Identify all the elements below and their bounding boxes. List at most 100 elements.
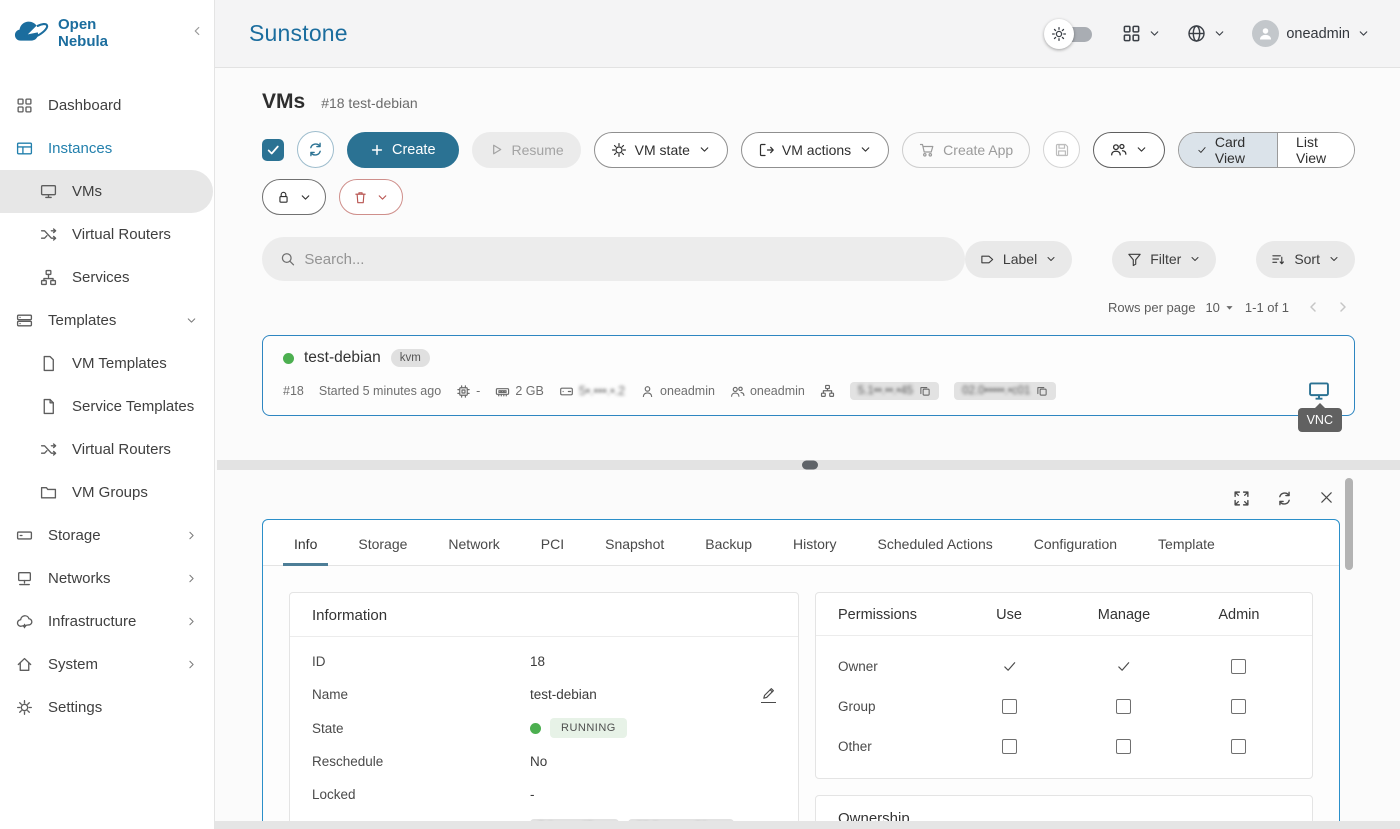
ram-icon — [495, 384, 510, 399]
chevron-right-icon — [185, 572, 198, 585]
check-icon — [1197, 143, 1207, 157]
create-app-button[interactable]: Create App — [902, 132, 1030, 168]
vm-state-dropdown[interactable]: VM state — [594, 132, 728, 168]
splitter-handle-icon[interactable] — [802, 461, 818, 470]
vm-attr: Started 5 minutes ago — [319, 384, 441, 398]
detail-refresh-button[interactable] — [1276, 490, 1293, 507]
globe-icon — [1187, 24, 1206, 43]
permission-checkbox[interactable] — [1231, 739, 1246, 754]
trash-icon — [353, 190, 368, 205]
vnc-button[interactable] — [1308, 380, 1330, 402]
vertical-scrollbar[interactable] — [1345, 478, 1353, 570]
vm-actions-dropdown[interactable]: VM actions — [741, 132, 889, 168]
ip-chip[interactable]: 5.1••.••.•45 — [850, 382, 939, 400]
monitor-icon — [1308, 380, 1330, 402]
chevron-down-icon — [376, 191, 389, 204]
information-title: Information — [290, 593, 798, 637]
create-button[interactable]: Create — [347, 132, 459, 168]
filter-dropdown[interactable]: Filter — [1112, 241, 1216, 278]
copy-icon[interactable] — [1036, 385, 1048, 397]
sidebar-item-service-templates[interactable]: Service Templates — [0, 385, 214, 428]
sidebar-item-infrastructure[interactable]: Infrastructure — [0, 600, 214, 643]
detail-close-button[interactable] — [1319, 490, 1334, 507]
sidebar-item-networks[interactable]: Networks — [0, 557, 214, 600]
refresh-button[interactable] — [297, 131, 334, 168]
sidebar-item-vm-templates[interactable]: VM Templates — [0, 342, 214, 385]
chevron-down-icon — [1189, 253, 1201, 265]
user-menu-button[interactable]: oneadmin — [1252, 20, 1370, 47]
info-label: Locked — [312, 787, 530, 802]
gear-icon — [611, 142, 627, 158]
info-row-name: Nametest-debian — [290, 678, 798, 711]
vnc-tooltip: VNC — [1298, 408, 1342, 432]
resume-button[interactable]: Resume — [472, 132, 581, 168]
vm-card[interactable]: test-debian kvm #18Started 5 minutes ago… — [262, 335, 1355, 416]
tab-network[interactable]: Network — [445, 520, 502, 565]
tab-history[interactable]: History — [790, 520, 840, 565]
sidebar-item-virtual-routers[interactable]: Virtual Routers — [0, 428, 214, 471]
sidebar-item-settings[interactable]: Settings — [0, 686, 214, 729]
page-title: VMs — [262, 90, 305, 114]
list-view-button[interactable]: List View — [1277, 133, 1354, 167]
page-subtitle: #18 test-debian — [321, 95, 418, 111]
chevron-down-icon — [1357, 27, 1370, 40]
sidebar-item-services[interactable]: Services — [0, 256, 214, 299]
info-row-id: ID18 — [290, 645, 798, 678]
sidebar-item-vm-groups[interactable]: VM Groups — [0, 471, 214, 514]
tab-snapshot[interactable]: Snapshot — [602, 520, 667, 565]
vm-attr: oneadmin — [640, 384, 715, 399]
tab-template[interactable]: Template — [1155, 520, 1218, 565]
select-all-checkbox[interactable] — [262, 139, 284, 161]
prev-page-button[interactable] — [1305, 299, 1321, 315]
copy-icon[interactable] — [919, 385, 931, 397]
permission-checkbox[interactable] — [1231, 699, 1246, 714]
pane-splitter[interactable] — [217, 460, 1400, 470]
horizontal-scrollbar[interactable] — [215, 821, 1400, 829]
language-menu-button[interactable] — [1187, 24, 1226, 43]
ip-chip[interactable]: 02.0•••••.•c01 — [954, 382, 1056, 400]
permission-checkbox[interactable] — [1002, 699, 1017, 714]
sidebar-item-label: Services — [72, 269, 130, 286]
sidebar-item-label: Service Templates — [72, 398, 194, 415]
sidebar-item-virtual-routers[interactable]: Virtual Routers — [0, 213, 214, 256]
chevron-down-icon — [1213, 27, 1226, 40]
tab-pci[interactable]: PCI — [538, 520, 567, 565]
sort-dropdown[interactable]: Sort — [1256, 241, 1355, 278]
check-icon[interactable] — [1002, 659, 1017, 674]
delete-dropdown[interactable] — [339, 179, 403, 215]
sidebar-item-storage[interactable]: Storage — [0, 514, 214, 557]
host-icon — [559, 384, 574, 399]
lock-dropdown[interactable] — [262, 179, 326, 215]
sidebar-item-vms[interactable]: VMs — [0, 170, 213, 213]
info-row-state: StateRUNNING — [290, 711, 798, 745]
tab-configuration[interactable]: Configuration — [1031, 520, 1120, 565]
sidebar-item-instances[interactable]: Instances — [0, 127, 214, 170]
tab-scheduled-actions[interactable]: Scheduled Actions — [875, 520, 996, 565]
sidebar-item-system[interactable]: System — [0, 643, 214, 686]
permission-checkbox[interactable] — [1116, 699, 1131, 714]
tab-backup[interactable]: Backup — [702, 520, 755, 565]
tab-storage[interactable]: Storage — [355, 520, 410, 565]
fullscreen-button[interactable] — [1233, 490, 1250, 507]
card-view-button[interactable]: Card View — [1179, 133, 1277, 167]
sidebar-item-templates[interactable]: Templates — [0, 299, 214, 342]
edit-name-button[interactable] — [761, 686, 776, 703]
theme-toggle[interactable] — [1044, 19, 1096, 49]
permission-checkbox[interactable] — [1231, 659, 1246, 674]
perm-row-label: Group — [838, 699, 958, 714]
next-page-button[interactable] — [1335, 299, 1351, 315]
permission-checkbox[interactable] — [1002, 739, 1017, 754]
label-dropdown[interactable]: Label — [965, 241, 1072, 278]
sidebar-collapse-button[interactable] — [190, 14, 204, 38]
tab-info[interactable]: Info — [291, 520, 320, 565]
sidebar-item-dashboard[interactable]: Dashboard — [0, 84, 214, 127]
permission-checkbox[interactable] — [1116, 739, 1131, 754]
save-button[interactable] — [1043, 131, 1080, 168]
rows-per-page-select[interactable]: 10 — [1205, 300, 1234, 315]
app-title: Sunstone — [249, 20, 348, 47]
check-icon[interactable] — [1116, 659, 1131, 674]
dashboard-icon — [16, 97, 34, 115]
change-group-dropdown[interactable] — [1093, 132, 1165, 168]
search-input[interactable] — [304, 251, 947, 268]
apps-menu-button[interactable] — [1122, 24, 1161, 43]
